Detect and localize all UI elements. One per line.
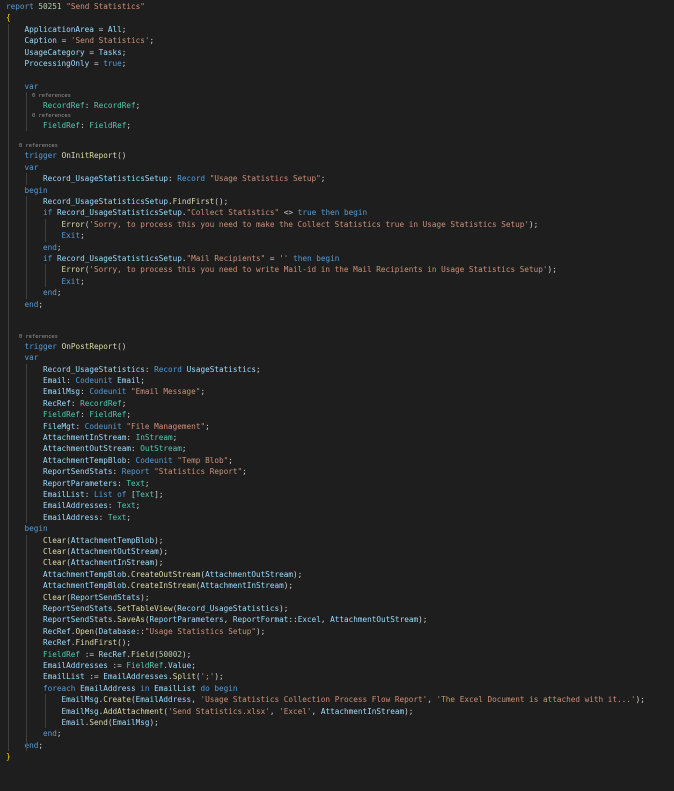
- code-line: EmailAddress: Text;: [43, 512, 132, 522]
- codelens-text[interactable]: 0 references: [6, 143, 58, 149]
- indent-guide: [7, 23, 9, 752]
- code-line: begin: [24, 524, 48, 534]
- code-line: end;: [24, 740, 44, 750]
- code-line: Clear(AttachmentTempBlob);: [43, 535, 164, 545]
- indent-guide: [26, 92, 28, 131]
- indent-guide: [26, 173, 28, 185]
- code-line: AttachmentTempBlob.CreateInStream(Attach…: [43, 581, 294, 591]
- code-line: Record_UsageStatisticsSetup.FindFirst();: [43, 197, 229, 206]
- code-line: ReportSendStats.SetTableView(Record_Usag…: [43, 604, 289, 613]
- code-line: RecRef.Open(Database::"Usage Statistics …: [43, 626, 266, 636]
- indent-guide: [44, 218, 46, 242]
- code-line: FieldRef := RecRef.Field(50002);: [43, 649, 192, 659]
- code-line: Email.Send(EmailMsg);: [61, 718, 159, 727]
- code-line: AttachmentTempBlob.CreateOutStream(Attac…: [43, 569, 303, 579]
- code-line: EmailMsg.Create(EmailAddress, 'Usage Sta…: [61, 695, 645, 705]
- code-line: ReportSendStats.SaveAs(ReportParameters,…: [43, 615, 428, 625]
- codelens-references[interactable]: 0 references: [0, 142, 674, 150]
- code-line: Email: Codeunit Email;: [43, 376, 145, 385]
- code-line: RecRef.FindFirst();: [43, 638, 132, 648]
- indent-guide: [44, 264, 46, 288]
- code-line: FileMgt: Codeunit "File Management";: [43, 421, 210, 431]
- code-line: ReportSendStats: Report "Statistics Repo…: [43, 467, 247, 477]
- code-line: Error('Sorry, to process this you need t…: [61, 265, 557, 275]
- code-line: var: [24, 162, 39, 172]
- code-line: Clear(ReportSendStats);: [43, 592, 150, 602]
- code-line: trigger OnPostReport(): [24, 341, 127, 351]
- code-line: RecRef: RecordRef;: [43, 398, 127, 408]
- code-line: EmailMsg: Codeunit "Email Message";: [43, 387, 206, 397]
- code-line: Error('Sorry, to process this you need t…: [61, 219, 539, 229]
- code-line: end;: [43, 242, 62, 252]
- code-line: RecordRef: RecordRef;: [43, 101, 141, 111]
- code-line: if Record_UsageStatisticsSetup."Mail Rec…: [43, 254, 340, 263]
- indent-guide: [26, 196, 28, 299]
- code-line: EmailMsg.AddAttachment('Send Statistics.…: [61, 706, 414, 716]
- code-line: AttachmentTempBlob: Codeunit "Temp Blob"…: [43, 455, 233, 465]
- code-line: Exit;: [61, 231, 85, 241]
- code-line: EmailAddresses: Text;: [43, 501, 141, 511]
- codelens-references[interactable]: 0 references: [0, 112, 674, 120]
- code-line: var: [24, 353, 39, 363]
- code-line: ProcessingOnly = true;: [24, 59, 127, 68]
- code-line: trigger OnInitReport(): [24, 151, 127, 161]
- codelens-references[interactable]: 0 references: [0, 92, 674, 100]
- code-line: begin: [24, 185, 48, 195]
- code-line: report 50251 "Send Statistics": [6, 2, 145, 11]
- code-line: FieldRef: FieldRef;: [43, 410, 132, 420]
- code-line: EmailList: List of [Text];: [43, 490, 164, 499]
- code-line: Exit;: [61, 276, 85, 286]
- code-line: var: [24, 81, 39, 91]
- codelens-text[interactable]: 0 references: [6, 113, 71, 119]
- code-line: AttachmentOutStream: OutStream;: [43, 444, 187, 454]
- code-line: Clear(AttachmentInStream);: [43, 558, 164, 568]
- code-line: AttachmentInStream: InStream;: [43, 433, 178, 442]
- code-line: {: [6, 13, 11, 23]
- code-line: FieldRef: FieldRef;: [43, 120, 132, 130]
- code-line: UsageCategory = Tasks;: [24, 47, 127, 57]
- code-line: Caption = 'Send Statistics';: [24, 36, 155, 46]
- code-line: }: [6, 752, 11, 762]
- code-line: end;: [43, 729, 62, 739]
- indent-guide: [26, 363, 28, 524]
- code-line: foreach EmailAddress in EmailList do beg…: [43, 683, 238, 693]
- indent-guide: [26, 534, 28, 752]
- code-line: EmailList := EmailAddresses.Split(';');: [43, 672, 224, 682]
- code-line: Record_UsageStatistics: Record UsageStat…: [43, 364, 261, 374]
- code-line: EmailAddresses := FieldRef.Value;: [43, 661, 196, 670]
- code-line: if Record_UsageStatisticsSetup."Collect …: [43, 208, 368, 218]
- codelens-references[interactable]: 0 references: [0, 333, 674, 341]
- code-editor[interactable]: report 50251 "Send Statistics" { Applicat…: [0, 0, 674, 791]
- code-line: ReportParameters: Text;: [43, 478, 150, 488]
- code-line: Record_UsageStatisticsSetup: Record "Usa…: [43, 174, 326, 184]
- codelens-text[interactable]: 0 references: [6, 93, 71, 99]
- code-line: end;: [43, 288, 62, 298]
- code-line: end;: [24, 299, 44, 309]
- code-line: ApplicationArea = All;: [24, 24, 127, 34]
- codelens-text[interactable]: 0 references: [6, 334, 58, 340]
- code-line: Clear(AttachmentOutStream);: [43, 547, 169, 556]
- indent-guide: [44, 694, 46, 729]
